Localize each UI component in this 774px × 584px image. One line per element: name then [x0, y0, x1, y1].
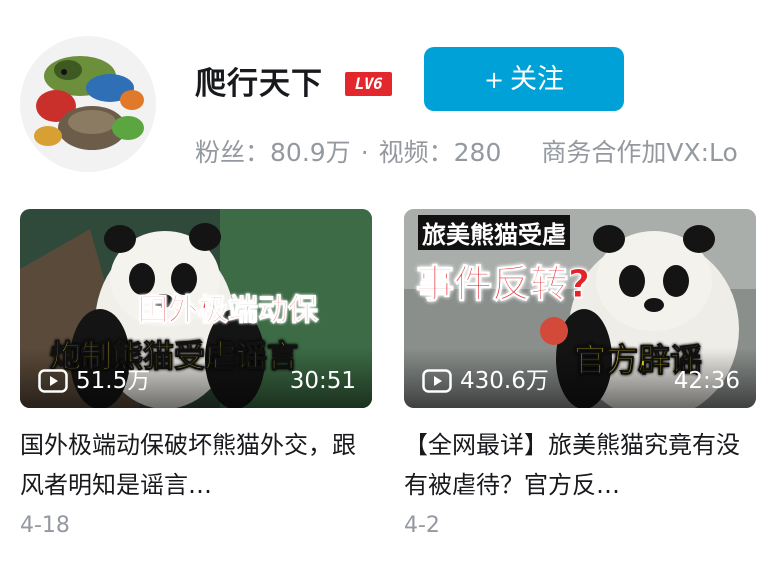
view-count: 51.5万	[76, 368, 151, 394]
play-count-icon	[422, 369, 452, 393]
play-count-icon	[38, 369, 68, 393]
level-badge: LV6	[345, 72, 392, 96]
video-thumbnail[interactable]: 旅美熊猫受虐 事件反转? 官方辟谣 430.6万 42:36	[404, 209, 756, 408]
thumbnail-caption-line2: 事件反转?	[415, 262, 591, 307]
stats-separator: ·	[360, 138, 369, 167]
videos-label: 视频：	[378, 138, 454, 167]
profile-stats: 粉丝：80.9万 · 视频：280 商务合作加VX:Lo	[195, 133, 774, 169]
video-duration: 30:51	[289, 368, 356, 394]
video-card[interactable]: 国外极端动保 炮制熊猫受虐谣言 51.5万 30:51 国外极端动保破坏熊猫外交…	[20, 209, 372, 538]
follow-label: 关注	[510, 64, 565, 95]
video-duration: 42:36	[673, 368, 740, 394]
uploader-profile-page: 爬行天下 LV6 + 关注 粉丝：80.9万 · 视频：280 商务合作加VX:Lo	[0, 0, 774, 584]
video-thumbnail[interactable]: 国外极端动保 炮制熊猫受虐谣言 51.5万 30:51	[20, 209, 372, 408]
video-title[interactable]: 国外极端动保破坏熊猫外交，跟风者明知是谣言…	[20, 425, 360, 505]
video-title[interactable]: 【全网最详】旅美熊猫究竟有没有被虐待？官方反…	[404, 425, 744, 505]
video-meta: 51.5万 30:51	[38, 366, 356, 396]
view-count: 430.6万	[460, 368, 549, 394]
videos-count: 280	[453, 138, 502, 167]
reptile-avatar-image	[20, 36, 156, 172]
business-contact: 商务合作加VX:Lo	[541, 138, 738, 167]
avatar[interactable]	[20, 36, 156, 172]
username: 爬行天下	[195, 66, 323, 102]
video-date: 4-2	[404, 513, 440, 538]
thumbnail-caption-line1: 国外极端动保	[138, 293, 319, 329]
follow-button[interactable]: + 关注	[424, 47, 624, 111]
video-card[interactable]: 旅美熊猫受虐 事件反转? 官方辟谣 430.6万 42:36 【全网最详】旅美熊…	[404, 209, 756, 538]
plus-icon: +	[483, 66, 505, 94]
video-date: 4-18	[20, 513, 70, 538]
thumbnail-caption-line1: 旅美熊猫受虐	[418, 215, 570, 250]
fans-count: 80.9万	[270, 138, 351, 167]
video-meta: 430.6万 42:36	[422, 366, 740, 396]
fans-label: 粉丝：	[195, 138, 271, 167]
